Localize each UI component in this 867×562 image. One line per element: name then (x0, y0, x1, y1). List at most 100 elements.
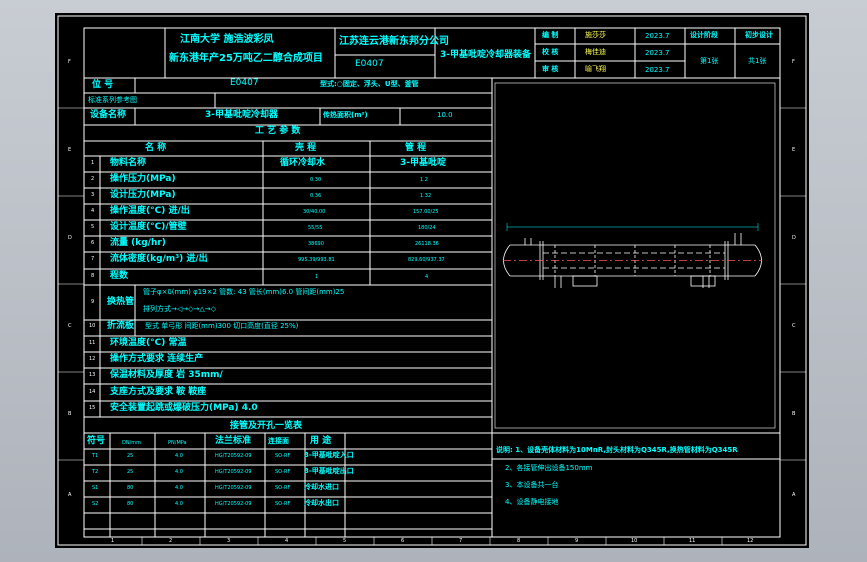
row-no: 8 (91, 273, 95, 279)
grid-number-4: 4 (285, 538, 289, 544)
nozzle-header-std: 法兰标准 (215, 436, 252, 446)
stage-label: 设计阶段 (690, 31, 718, 39)
grid-number-2: 2 (169, 538, 173, 544)
row-shell: 0.30 (310, 177, 322, 183)
nozzle-std: HG/T20592-09 (215, 469, 252, 475)
tube-layout: 排列方式→◁→◇→△→◇ (143, 305, 216, 313)
nozzle-use: 冷却水进口 (304, 483, 339, 491)
role-check: 校 核 (542, 48, 559, 56)
nozzle-face: SO-RF (275, 469, 291, 475)
nozzle-use: 3-甲基吡啶出口 (304, 467, 354, 475)
grid-number-10: 10 (631, 538, 638, 544)
drawing-frame (57, 15, 807, 546)
person-review: 喻飞翔 (585, 65, 606, 73)
nozzle-use: 3-甲基吡啶入口 (304, 451, 354, 459)
nozzle-std: HG/T20592-09 (215, 453, 252, 459)
bitno-label: 位 号 (92, 80, 114, 90)
nozzle-use: 冷却水出口 (304, 499, 339, 507)
grid-letter-e-right: E (792, 147, 796, 153)
note-3: 3、本设备共一台 (505, 481, 559, 489)
row-tube: 3-甲基吡啶 (400, 158, 446, 168)
grid-letter-b-right: B (792, 411, 796, 417)
note-4: 4、设备静电接地 (505, 498, 559, 506)
row-tube: 829.60/937.37 (408, 257, 445, 263)
row-no: 12 (89, 356, 96, 362)
nozzle-dn: 25 (127, 469, 134, 475)
row-text: 操作方式要求 连续生产 (110, 354, 204, 364)
exchanger-drawing (503, 233, 762, 288)
baffle-spec: 型式 单弓形 间距(mm)300 切口高度(直径 25%) (145, 322, 299, 330)
nozzle-header-symbol: 符号 (87, 436, 106, 446)
equipment-name-title: 3-甲基吡啶冷却器装备 (440, 50, 531, 60)
nozzle-dn: 80 (127, 501, 134, 507)
row-no-9: 9 (91, 299, 95, 305)
grid-letter-d: D (68, 235, 72, 241)
row-tube: 157.00/25 (413, 209, 439, 215)
row-name: 操作压力(MPa) (110, 174, 176, 184)
university-name: 江南大学 施浩波彩凤 (180, 34, 274, 45)
nozzle-symbol: S1 (92, 485, 99, 491)
date-compile: 2023.7 (645, 32, 670, 40)
grid-letter-e: E (68, 147, 72, 153)
grid-number-11: 11 (689, 538, 696, 544)
nozzle-header-use: 用 途 (310, 436, 332, 446)
stage-value: 初步设计 (745, 31, 773, 39)
type-value: 型式:○固定、浮头、U型、釜管 (320, 80, 419, 88)
grid-number-3: 3 (227, 538, 231, 544)
col-header-name: 名 称 (145, 143, 167, 153)
nozzle-table-title: 接管及开孔一览表 (230, 421, 303, 431)
area-label: 传热面积(m²) (323, 111, 368, 119)
process-params-title: 工 艺 参 数 (255, 126, 301, 136)
nozzle-face: SO-RF (275, 453, 291, 459)
grid-letter-c-right: C (792, 323, 796, 329)
person-compile: 施莎莎 (585, 31, 606, 39)
row-tube: 26118.36 (415, 241, 439, 247)
row-shell: 38690 (308, 241, 324, 247)
nozzle-symbol: S2 (92, 501, 99, 507)
date-review: 2023.7 (645, 66, 670, 74)
grid-letter-f: F (68, 59, 71, 65)
nozzle-dn: 25 (127, 453, 134, 459)
row-no: 2 (91, 176, 95, 182)
row-shell: 1 (315, 274, 319, 280)
row-no: 6 (91, 240, 95, 246)
row-name: 操作温度(°C) 进/出 (110, 206, 190, 216)
row-no: 13 (89, 372, 96, 378)
nozzle-pn: 4.0 (175, 501, 183, 507)
equipment-name-value: 3-甲基吡啶冷却器 (205, 110, 278, 120)
nozzle-symbol: T1 (92, 453, 99, 459)
row-text: 支座方式及要求 鞍 鞍座 (110, 387, 207, 397)
role-compile: 编 制 (542, 31, 559, 39)
drawing-sheet[interactable]: F E D C B A F E D C B A 1 2 3 4 5 6 7 8 … (55, 13, 809, 548)
grid-number-9: 9 (575, 538, 579, 544)
grid-letter-c: C (68, 323, 72, 329)
row-shell: 0.36 (310, 193, 322, 199)
area-value: 10.0 (437, 111, 453, 119)
nozzle-header-pn: PN/MPa (168, 440, 187, 446)
grid-letter-a: A (68, 492, 72, 498)
nozzle-header-dn: DN/mm (122, 440, 142, 446)
nozzle-face: SO-RF (275, 501, 291, 507)
nozzle-pn: 4.0 (175, 469, 183, 475)
nozzle-face: SO-RF (275, 485, 291, 491)
note-2: 2、各接管伸出设备150mm (505, 464, 593, 472)
row-text: 环境温度(°C) 常温 (110, 338, 187, 348)
row-no: 15 (89, 405, 96, 411)
tube-spec: 管子φ×δ(mm) φ19×2 管数: 43 管长(mm)6.0 管间距(mm)… (143, 288, 345, 296)
inner-border (83, 27, 781, 538)
row-no: 4 (91, 208, 95, 214)
row-name: 流体密度(kg/m³) 进/出 (110, 254, 208, 264)
row-shell: 循环冷却水 (280, 158, 326, 168)
grid-number-7: 7 (459, 538, 463, 544)
role-review: 审 核 (542, 65, 559, 73)
baffle-label: 折流板 (107, 321, 135, 331)
row-tube: 4 (425, 274, 429, 280)
note-1: 说明: 1、设备壳体材料为10MnR,封头材料为Q345R,换热管材料为Q345… (496, 446, 738, 454)
row-no: 14 (89, 389, 96, 395)
grid-number-6: 6 (401, 538, 405, 544)
sheet-total: 共1张 (748, 57, 767, 65)
row-shell: 30/40.00 (303, 209, 326, 215)
row-name: 流量 (kg/hr) (110, 238, 166, 248)
row-shell: 55/55 (308, 225, 323, 231)
grid-number-12: 12 (747, 538, 754, 544)
